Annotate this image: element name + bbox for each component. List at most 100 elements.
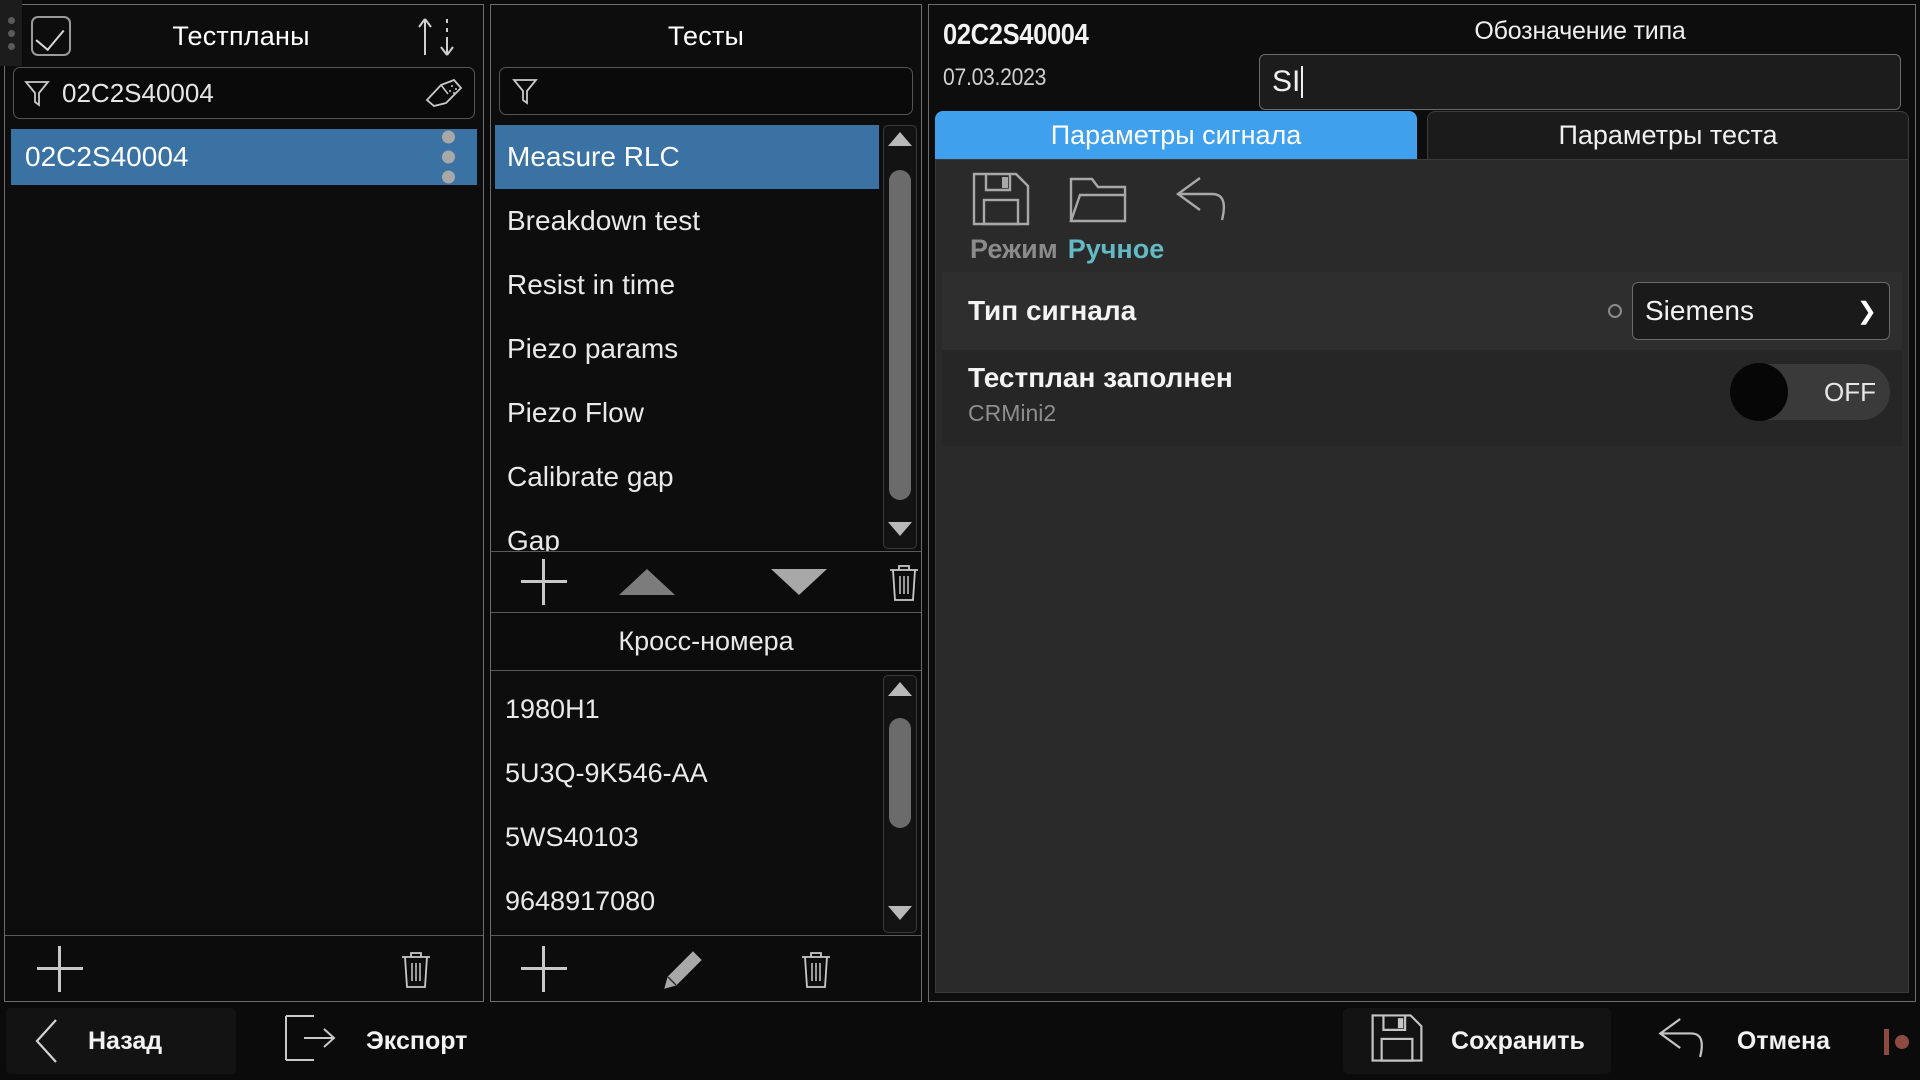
cross-numbers-toolbar (491, 935, 921, 1001)
testplan-filled-toggle[interactable]: OFF (1730, 363, 1890, 421)
cross-number-item[interactable]: 1980H1 (491, 677, 883, 741)
testplans-filter-value: 02C2S40004 (62, 77, 214, 108)
cross-number-item[interactable]: 9648917080 (491, 869, 883, 933)
tab-signal-params[interactable]: Параметры сигнала (935, 111, 1417, 159)
cross-numbers-scrollbar[interactable] (883, 675, 917, 933)
cross-number-label: 5WS40103 (505, 821, 639, 852)
undo-arrow-icon[interactable] (1170, 172, 1234, 231)
test-list-item-label: Gap (507, 525, 560, 551)
testplans-list[interactable]: 02C2S40004 (5, 125, 483, 935)
save-label: Сохранить (1451, 1026, 1585, 1055)
back-button[interactable]: Назад (6, 1008, 236, 1074)
cancel-button[interactable]: Отмена (1627, 1008, 1856, 1074)
eraser-icon[interactable] (424, 77, 464, 109)
scroll-thumb[interactable] (889, 718, 911, 828)
tests-list[interactable]: Measure RLC Breakdown test Resist in time P… (491, 121, 883, 551)
sort-asc-desc-icon[interactable] (411, 13, 467, 59)
cancel-label: Отмена (1736, 1026, 1830, 1055)
tests-filter[interactable] (499, 67, 913, 115)
testplan-row-label: 02C2S40004 (25, 141, 189, 172)
text-caret (1301, 66, 1304, 98)
back-label: Назад (88, 1026, 163, 1055)
cross-numbers-list[interactable]: 1980H1 5U3Q-9K546-AA 5WS40103 9648917080 (491, 671, 883, 935)
test-list-item[interactable]: Breakdown test (495, 189, 879, 253)
add-cross-number-button[interactable] (521, 945, 567, 992)
param-row-signal-type: Тип сигнала Siemens ❯ (942, 272, 1902, 350)
add-testplan-button[interactable] (37, 945, 83, 992)
test-list-item-label: Resist in time (507, 269, 676, 300)
type-designation-label: Обозначение типа (1474, 17, 1686, 45)
testplans-header: Тестпланы (5, 5, 483, 67)
test-list-item-label: Calibrate gap (507, 461, 674, 492)
testplans-panel: Тестпланы 02C2S40004 02C2S40004 (0, 0, 484, 1002)
delete-cross-number-button[interactable] (799, 948, 833, 990)
vertical-dots-icon[interactable] (442, 130, 455, 184)
tests-toolbar (491, 551, 921, 613)
scroll-up-icon[interactable] (888, 682, 912, 696)
cross-number-item[interactable]: 5WS40103 (491, 805, 883, 869)
details-identity: 02C2S40004 07.03.2023 (929, 5, 1259, 111)
param-label: Тестплан заполнен (968, 362, 1233, 393)
param-row-testplan-filled: Тестплан заполнен CRMini2 OFF (942, 350, 1902, 446)
details-date: 07.03.2023 (943, 64, 1047, 91)
tests-list-wrap: Measure RLC Breakdown test Resist in time P… (491, 121, 921, 551)
cross-numbers-wrap: 1980H1 5U3Q-9K546-AA 5WS40103 9648917080 (491, 671, 921, 935)
test-list-item-label: Piezo params (507, 333, 679, 364)
scroll-down-icon[interactable] (888, 906, 912, 920)
tab-test-params[interactable]: Параметры теста (1427, 111, 1909, 159)
test-list-item[interactable]: Piezo Flow (495, 381, 879, 445)
bottom-bar: Назад Экспорт Сохранить Отмена (0, 1002, 1920, 1080)
details-toolbar-icons (970, 170, 1908, 232)
details-panel: 02C2S40004 07.03.2023 Обозначение типа S… (928, 4, 1916, 1002)
param-label: Тип сигнала (968, 295, 1137, 326)
test-list-item[interactable]: Measure RLC (495, 125, 879, 189)
scroll-thumb[interactable] (889, 170, 911, 500)
move-test-up-button[interactable] (619, 569, 675, 595)
signal-type-select[interactable]: Siemens ❯ (1632, 282, 1890, 340)
type-designation-group: Обозначение типа SI (1259, 5, 1915, 111)
toggle-knob (1730, 363, 1788, 421)
tests-header: Тесты (491, 5, 921, 67)
chevron-left-icon (32, 1017, 62, 1065)
details-tabs: Параметры сигнала Параметры теста (929, 111, 1915, 159)
test-list-item[interactable]: Resist in time (495, 253, 879, 317)
add-test-button[interactable] (521, 559, 567, 605)
app-window: Тестпланы 02C2S40004 02C2S40004 Тесты Me… (0, 0, 1920, 1080)
cross-number-label: 1980H1 (505, 693, 600, 724)
floppy-disk-icon[interactable] (970, 170, 1032, 233)
test-list-item[interactable]: Calibrate gap (495, 445, 879, 509)
edit-cross-number-button[interactable] (659, 946, 705, 992)
save-button[interactable]: Сохранить (1343, 1008, 1611, 1074)
select-all-checkbox[interactable] (31, 16, 71, 56)
radio-circle-icon[interactable] (1608, 304, 1622, 318)
chevron-down-icon: ❯ (1856, 297, 1877, 325)
funnel-icon (512, 76, 538, 106)
move-test-down-button[interactable] (771, 569, 827, 595)
test-list-item-label: Measure RLC (507, 141, 680, 172)
test-list-item-label: Piezo Flow (507, 397, 644, 428)
mode-line: Режим Ручное (970, 234, 1908, 265)
cross-number-item[interactable]: 5U3Q-9K546-AA (491, 741, 883, 805)
delete-testplan-button[interactable] (399, 948, 433, 990)
cross-number-label: 5U3Q-9K546-AA (505, 757, 708, 788)
mode-label: Режим (970, 234, 1058, 264)
test-list-item[interactable]: Gap (495, 509, 879, 551)
cross-numbers-title: Кросс-номера (491, 613, 921, 671)
test-list-item[interactable]: Piezo params (495, 317, 879, 381)
testplans-filter[interactable]: 02C2S40004 (13, 67, 475, 119)
params-list: Тип сигнала Siemens ❯ Тестплан заполнен (942, 272, 1902, 446)
floppy-disk-icon (1369, 1011, 1425, 1072)
type-designation-input[interactable]: SI (1259, 54, 1901, 110)
export-button[interactable]: Экспорт (256, 1008, 493, 1074)
details-header: 02C2S40004 07.03.2023 Обозначение типа S… (929, 5, 1915, 111)
mode-value[interactable]: Ручное (1068, 234, 1165, 264)
folder-open-icon[interactable] (1068, 171, 1134, 232)
delete-test-button[interactable] (887, 561, 921, 603)
testplan-row[interactable]: 02C2S40004 (11, 129, 477, 185)
tests-panel: Тесты Measure RLC Breakdown test Resist in… (490, 4, 922, 1002)
details-body: Режим Ручное Тип сигнала Siemens ❯ Тестп… (935, 159, 1909, 993)
scroll-down-icon[interactable] (888, 522, 912, 536)
scroll-up-icon[interactable] (888, 132, 912, 146)
tests-scrollbar[interactable] (883, 125, 917, 549)
testplans-footer (5, 935, 483, 1001)
